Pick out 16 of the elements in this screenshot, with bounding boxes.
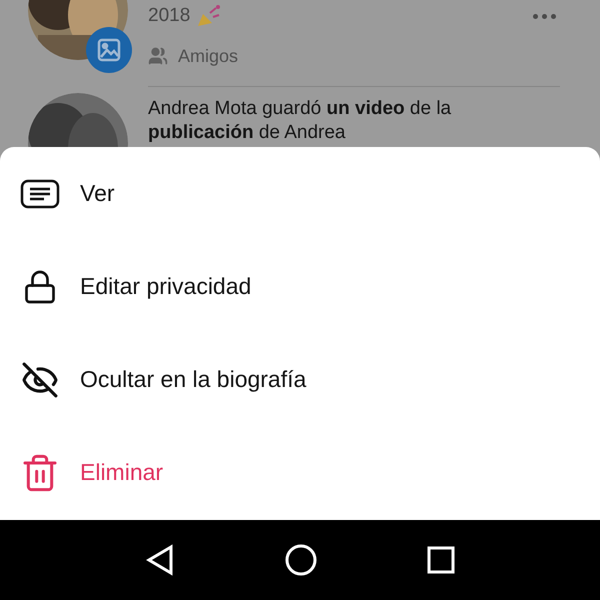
party-popper-icon [196, 4, 222, 28]
photo-badge-icon [86, 27, 132, 73]
menu-item[interactable]: Ver [0, 147, 600, 240]
menu-item[interactable]: Eliminar [0, 426, 600, 519]
post-date: 2018 [148, 4, 190, 28]
text-lines-icon [20, 178, 60, 208]
menu-item[interactable]: Editar privacidad [0, 240, 600, 333]
home-button[interactable] [284, 543, 318, 577]
recents-button[interactable] [427, 546, 456, 574]
friends-icon [148, 46, 168, 66]
menu-item[interactable]: Ocultar en la biografía [0, 333, 600, 426]
back-button[interactable] [144, 544, 175, 576]
eye-slash-icon [21, 360, 59, 398]
audience-label: Amigos [178, 44, 238, 68]
activity-text: Andrea Mota guardó un video de la publicación de Andrea [148, 96, 452, 144]
lock-icon [22, 268, 58, 304]
